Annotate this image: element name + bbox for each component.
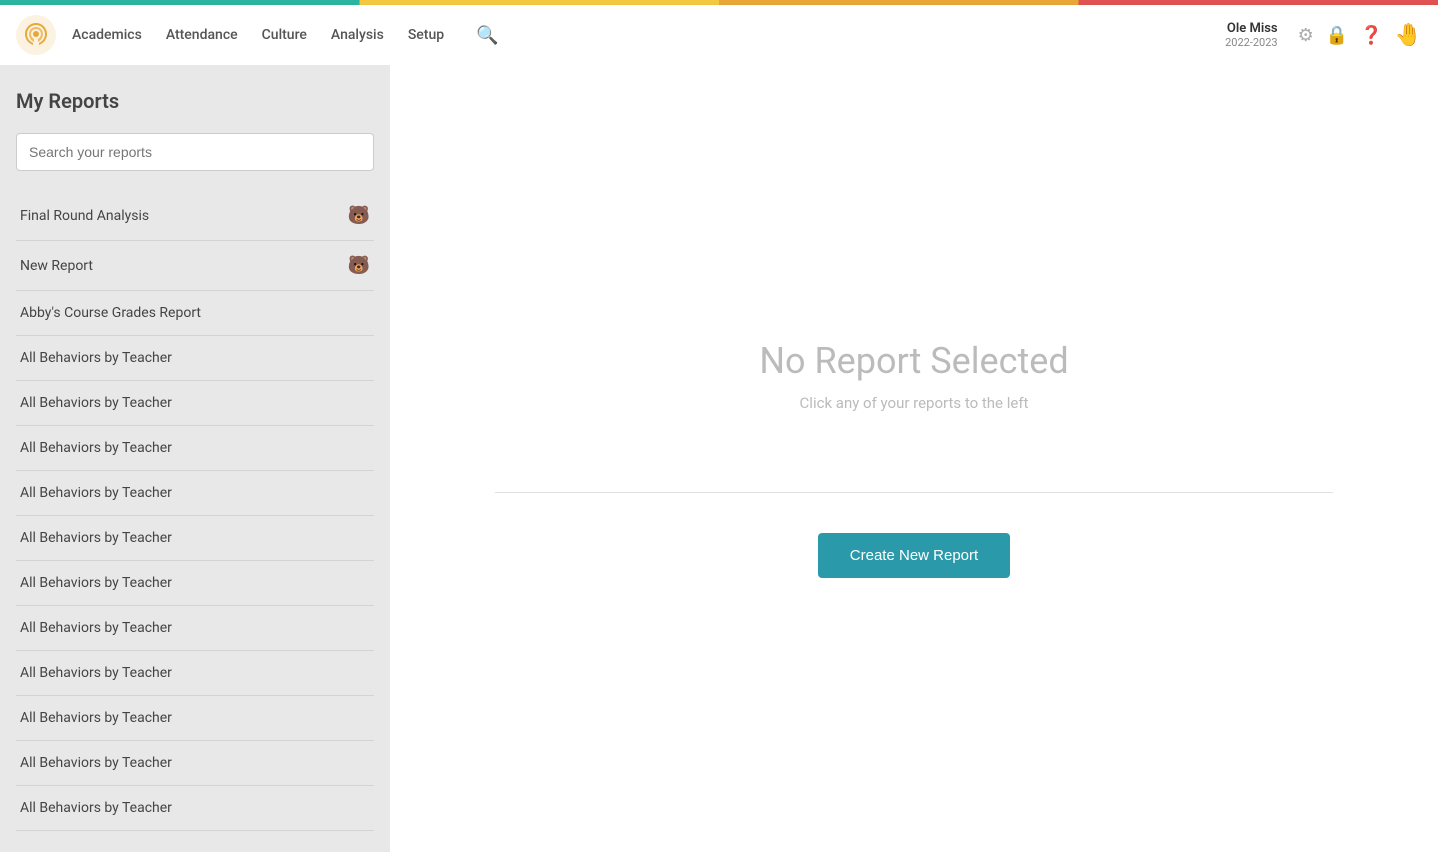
report-item-name: Abby's Course Grades Report: [20, 305, 201, 321]
report-item[interactable]: All Behaviors by Teacher: [16, 741, 374, 786]
main-layout: My Reports Final Round Analysis🐻New Repo…: [0, 65, 1438, 852]
create-btn-wrapper: Create New Report: [818, 533, 1010, 578]
app-logo[interactable]: [16, 15, 56, 55]
report-item[interactable]: All Behaviors by Teacher: [16, 516, 374, 561]
no-report-subtitle: Click any of your reports to the left: [759, 394, 1068, 412]
sidebar: My Reports Final Round Analysis🐻New Repo…: [0, 65, 390, 852]
main-nav: Academics Attendance Culture Analysis Se…: [72, 25, 1225, 46]
report-item-name: All Behaviors by Teacher: [20, 485, 172, 501]
settings-icon[interactable]: ⚙: [1298, 25, 1314, 46]
report-item[interactable]: All Behaviors by Teacher: [16, 786, 374, 831]
notifications-icon[interactable]: 🔒: [1326, 25, 1348, 46]
user-name: Ole Miss: [1225, 21, 1278, 36]
main-content: No Report Selected Click any of your rep…: [390, 65, 1438, 852]
help-icon[interactable]: ❓: [1360, 25, 1382, 46]
no-report-title: No Report Selected: [759, 340, 1068, 382]
nav-analysis[interactable]: Analysis: [331, 27, 384, 43]
divider: [495, 492, 1333, 493]
report-item-name: All Behaviors by Teacher: [20, 710, 172, 726]
report-item[interactable]: All Behaviors by Teacher: [16, 561, 374, 606]
report-item-name: New Report: [20, 258, 93, 274]
sidebar-title: My Reports: [16, 89, 374, 113]
report-item-name: All Behaviors by Teacher: [20, 530, 172, 546]
report-item-name: All Behaviors by Teacher: [20, 800, 172, 816]
report-item[interactable]: Abby's Course Grades Report: [16, 291, 374, 336]
main-header: Academics Attendance Culture Analysis Se…: [0, 5, 1438, 65]
nav-culture[interactable]: Culture: [262, 27, 307, 43]
user-year: 2022-2023: [1225, 36, 1278, 49]
report-item-name: All Behaviors by Teacher: [20, 440, 172, 456]
report-list: Final Round Analysis 🐻 New Report 🐻 Abby's C…: [16, 191, 374, 831]
report-item-name: All Behaviors by Teacher: [20, 665, 172, 681]
report-item[interactable]: All Behaviors by Teacher: [16, 426, 374, 471]
report-item[interactable]: All Behaviors by Teacher: [16, 696, 374, 741]
report-item-name: All Behaviors by Teacher: [20, 620, 172, 636]
report-item[interactable]: All Behaviors by Teacher: [16, 471, 374, 516]
report-item[interactable]: Final Round Analysis 🐻: [16, 191, 374, 241]
nav-academics[interactable]: Academics: [72, 27, 142, 43]
hand-icon[interactable]: 🤚: [1395, 23, 1422, 48]
report-item[interactable]: All Behaviors by Teacher: [16, 606, 374, 651]
report-item[interactable]: All Behaviors by Teacher: [16, 336, 374, 381]
create-new-report-button[interactable]: Create New Report: [818, 533, 1010, 578]
no-report-section: No Report Selected Click any of your rep…: [759, 340, 1068, 452]
report-item-name: All Behaviors by Teacher: [20, 755, 172, 771]
report-item[interactable]: All Behaviors by Teacher: [16, 651, 374, 696]
report-item[interactable]: All Behaviors by Teacher: [16, 381, 374, 426]
user-info: Ole Miss 2022-2023: [1225, 21, 1278, 49]
search-input[interactable]: [16, 133, 374, 171]
report-flag-icon: 🐻: [348, 205, 370, 226]
report-item-name: All Behaviors by Teacher: [20, 575, 172, 591]
report-item-name: All Behaviors by Teacher: [20, 350, 172, 366]
report-item-name: All Behaviors by Teacher: [20, 395, 172, 411]
nav-setup[interactable]: Setup: [408, 27, 444, 43]
report-flag-icon: 🐻: [348, 255, 370, 276]
nav-attendance[interactable]: Attendance: [166, 27, 238, 43]
search-wrapper: [16, 133, 374, 171]
header-right: Ole Miss 2022-2023 ⚙ 🔒 ❓ 🤚: [1225, 21, 1422, 49]
report-item-name: Final Round Analysis: [20, 208, 149, 224]
search-icon[interactable]: 🔍: [476, 25, 498, 46]
report-item[interactable]: New Report 🐻: [16, 241, 374, 291]
